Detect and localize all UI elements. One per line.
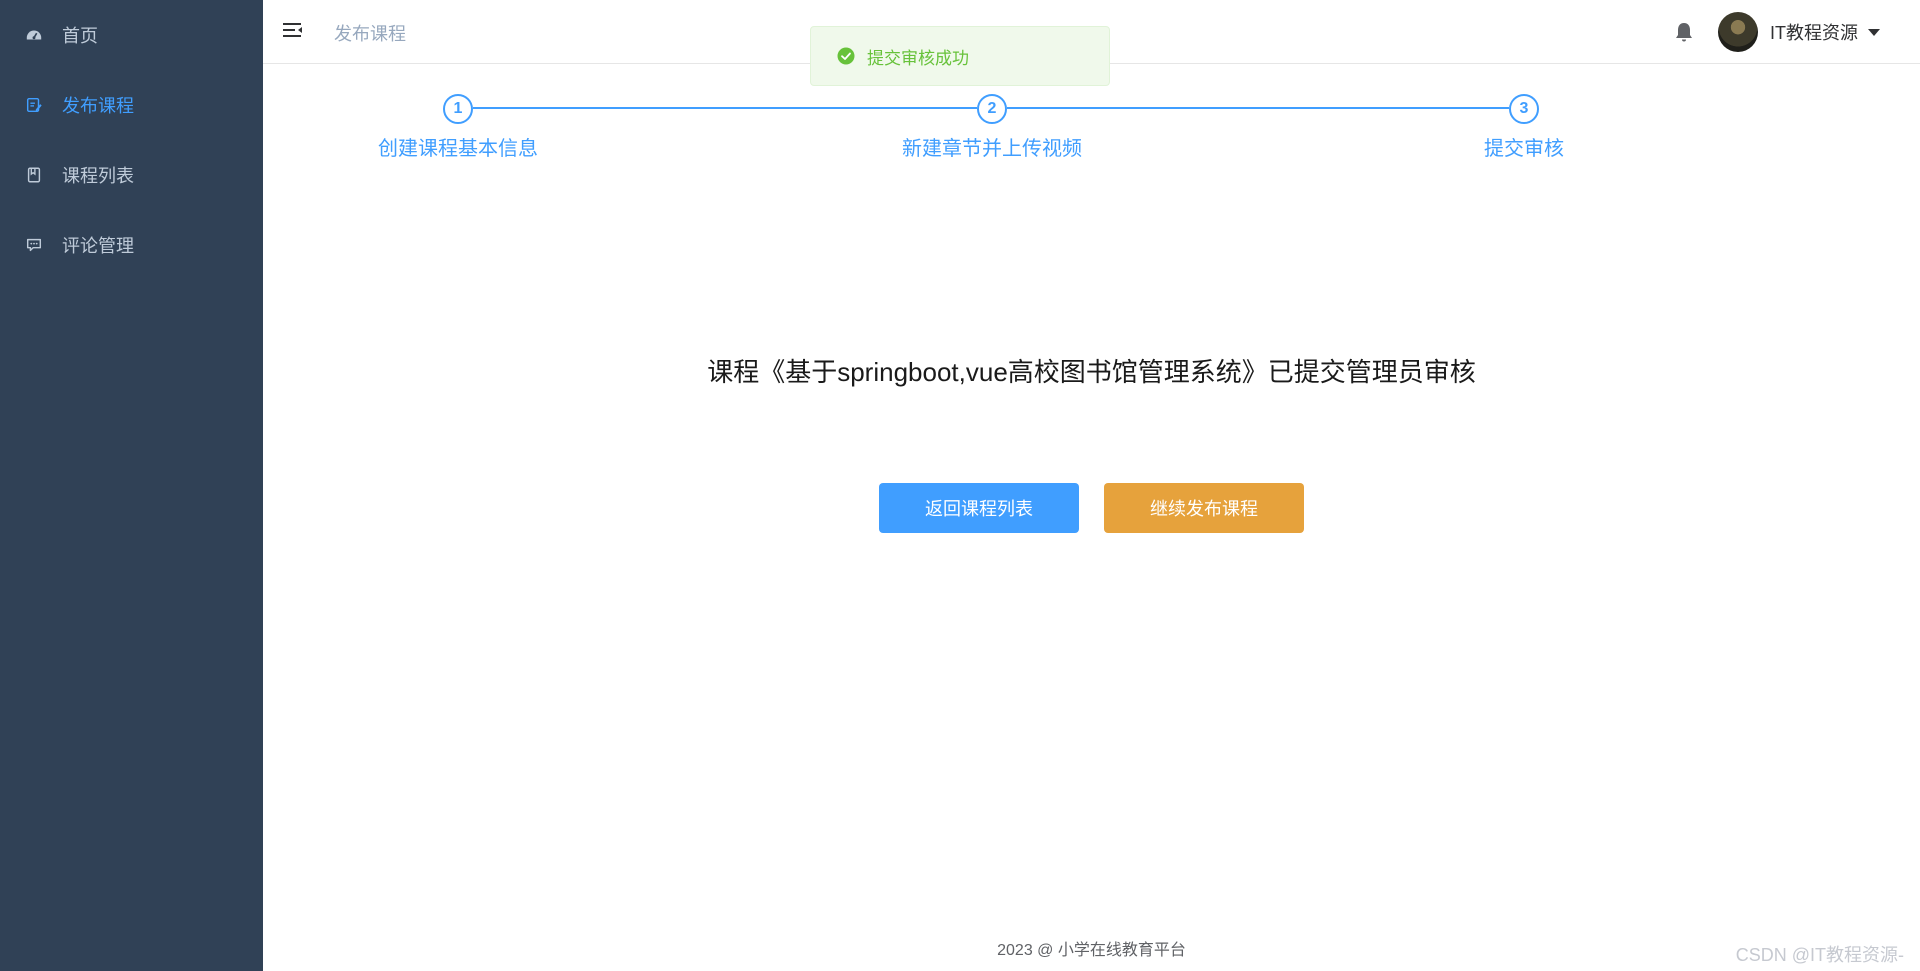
toast-message: 提交审核成功	[867, 48, 969, 68]
user-name: IT教程资源	[1770, 23, 1858, 43]
step-connector	[1007, 107, 1509, 109]
edit-icon	[24, 95, 44, 115]
dashboard-icon	[24, 25, 44, 45]
footer: 2023 @ 小学在线教育平台	[997, 942, 1186, 959]
continue-publish-button[interactable]: 继续发布课程	[1104, 483, 1304, 533]
sidebar: 首页 发布课程 课程列表 评论管理	[0, 0, 263, 971]
bell-icon[interactable]	[1672, 20, 1696, 44]
sidebar-item-label: 评论管理	[62, 236, 134, 256]
book-icon	[24, 165, 44, 185]
sidebar-item-label: 发布课程	[62, 96, 134, 116]
check-circle-icon	[837, 47, 855, 65]
sidebar-item-home[interactable]: 首页	[0, 0, 263, 70]
watermark: CSDN @IT教程资源-	[1735, 945, 1904, 965]
step-connector	[473, 107, 977, 109]
caret-down-icon	[1868, 28, 1880, 36]
step-2-title[interactable]: 新建章节并上传视频	[902, 132, 1082, 161]
success-toast: 提交审核成功	[810, 26, 1110, 86]
step-3-title[interactable]: 提交审核	[1484, 132, 1564, 161]
step-1-title[interactable]: 创建课程基本信息	[378, 132, 538, 161]
avatar	[1718, 12, 1758, 52]
submission-message: 课程《基于springboot,vue高校图书馆管理系统》已提交管理员审核	[707, 357, 1476, 387]
step-3-circle[interactable]: 3	[1509, 94, 1539, 124]
sidebar-item-comment-management[interactable]: 评论管理	[0, 210, 263, 280]
chat-icon	[24, 235, 44, 255]
sidebar-item-publish-course[interactable]: 发布课程	[0, 70, 263, 140]
user-dropdown[interactable]: IT教程资源	[1718, 11, 1880, 53]
hamburger-menu-icon[interactable]	[281, 19, 305, 43]
sidebar-item-label: 课程列表	[62, 166, 134, 186]
sidebar-item-label: 首页	[62, 26, 98, 46]
breadcrumb: 发布课程	[334, 24, 406, 44]
step-2-circle[interactable]: 2	[977, 94, 1007, 124]
progress-steps: 1 2 3 创建课程基本信息 新建章节并上传视频 提交审核	[263, 90, 1920, 170]
back-to-course-list-button[interactable]: 返回课程列表	[879, 483, 1079, 533]
sidebar-item-course-list[interactable]: 课程列表	[0, 140, 263, 210]
step-1-circle[interactable]: 1	[443, 94, 473, 124]
